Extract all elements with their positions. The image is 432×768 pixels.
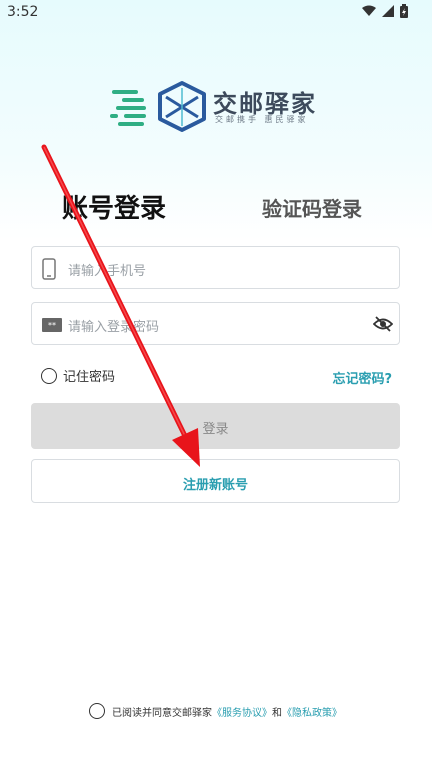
password-field[interactable]: ** 请输入登录密码 bbox=[31, 302, 400, 345]
app-logo: 交邮驿家 交邮携手 惠民驿家 bbox=[110, 80, 340, 132]
remember-label: 记住密码 bbox=[63, 370, 116, 385]
logo-subtitle: 交邮携手 惠民驿家 bbox=[215, 115, 309, 124]
tab-sms-login[interactable]: 验证码登录 bbox=[262, 193, 362, 222]
forgot-password-link[interactable]: 忘记密码? bbox=[332, 368, 392, 387]
signal-icon bbox=[382, 5, 394, 17]
status-time: 3:52 bbox=[7, 4, 39, 20]
phone-input[interactable]: 请输入手机号 bbox=[68, 260, 146, 279]
status-bar: 3:52 bbox=[0, 0, 432, 24]
password-input[interactable]: 请输入登录密码 bbox=[68, 316, 159, 335]
password-icon: ** bbox=[42, 318, 62, 332]
service-agreement-link[interactable]: 《服务协议》 bbox=[212, 708, 272, 719]
phone-icon bbox=[42, 258, 56, 280]
agreement-and: 和 bbox=[272, 707, 282, 719]
register-button[interactable]: 注册新账号 bbox=[31, 459, 400, 503]
tab-account-login[interactable]: 账号登录 bbox=[62, 188, 166, 225]
login-button-label: 登录 bbox=[202, 422, 229, 437]
agreement-radio[interactable] bbox=[89, 703, 105, 719]
agreement-row: 已阅读并同意交邮驿家《服务协议》和《隐私政策》 bbox=[89, 703, 342, 719]
privacy-policy-link[interactable]: 《隐私政策》 bbox=[282, 708, 342, 719]
register-button-label: 注册新账号 bbox=[182, 478, 248, 493]
svg-text:**: ** bbox=[48, 321, 56, 330]
logo-cube-icon bbox=[110, 81, 206, 132]
status-icons bbox=[362, 4, 408, 18]
phone-field[interactable]: 请输入手机号 bbox=[31, 246, 400, 289]
login-button[interactable]: 登录 bbox=[31, 403, 400, 449]
remember-password[interactable]: 记住密码 bbox=[41, 366, 115, 385]
eye-hidden-icon[interactable] bbox=[373, 315, 393, 333]
agreement-text: 已阅读并同意交邮驿家 bbox=[112, 707, 212, 719]
wifi-icon bbox=[362, 5, 376, 16]
remember-radio[interactable] bbox=[41, 367, 57, 384]
battery-charging-icon bbox=[400, 4, 408, 18]
